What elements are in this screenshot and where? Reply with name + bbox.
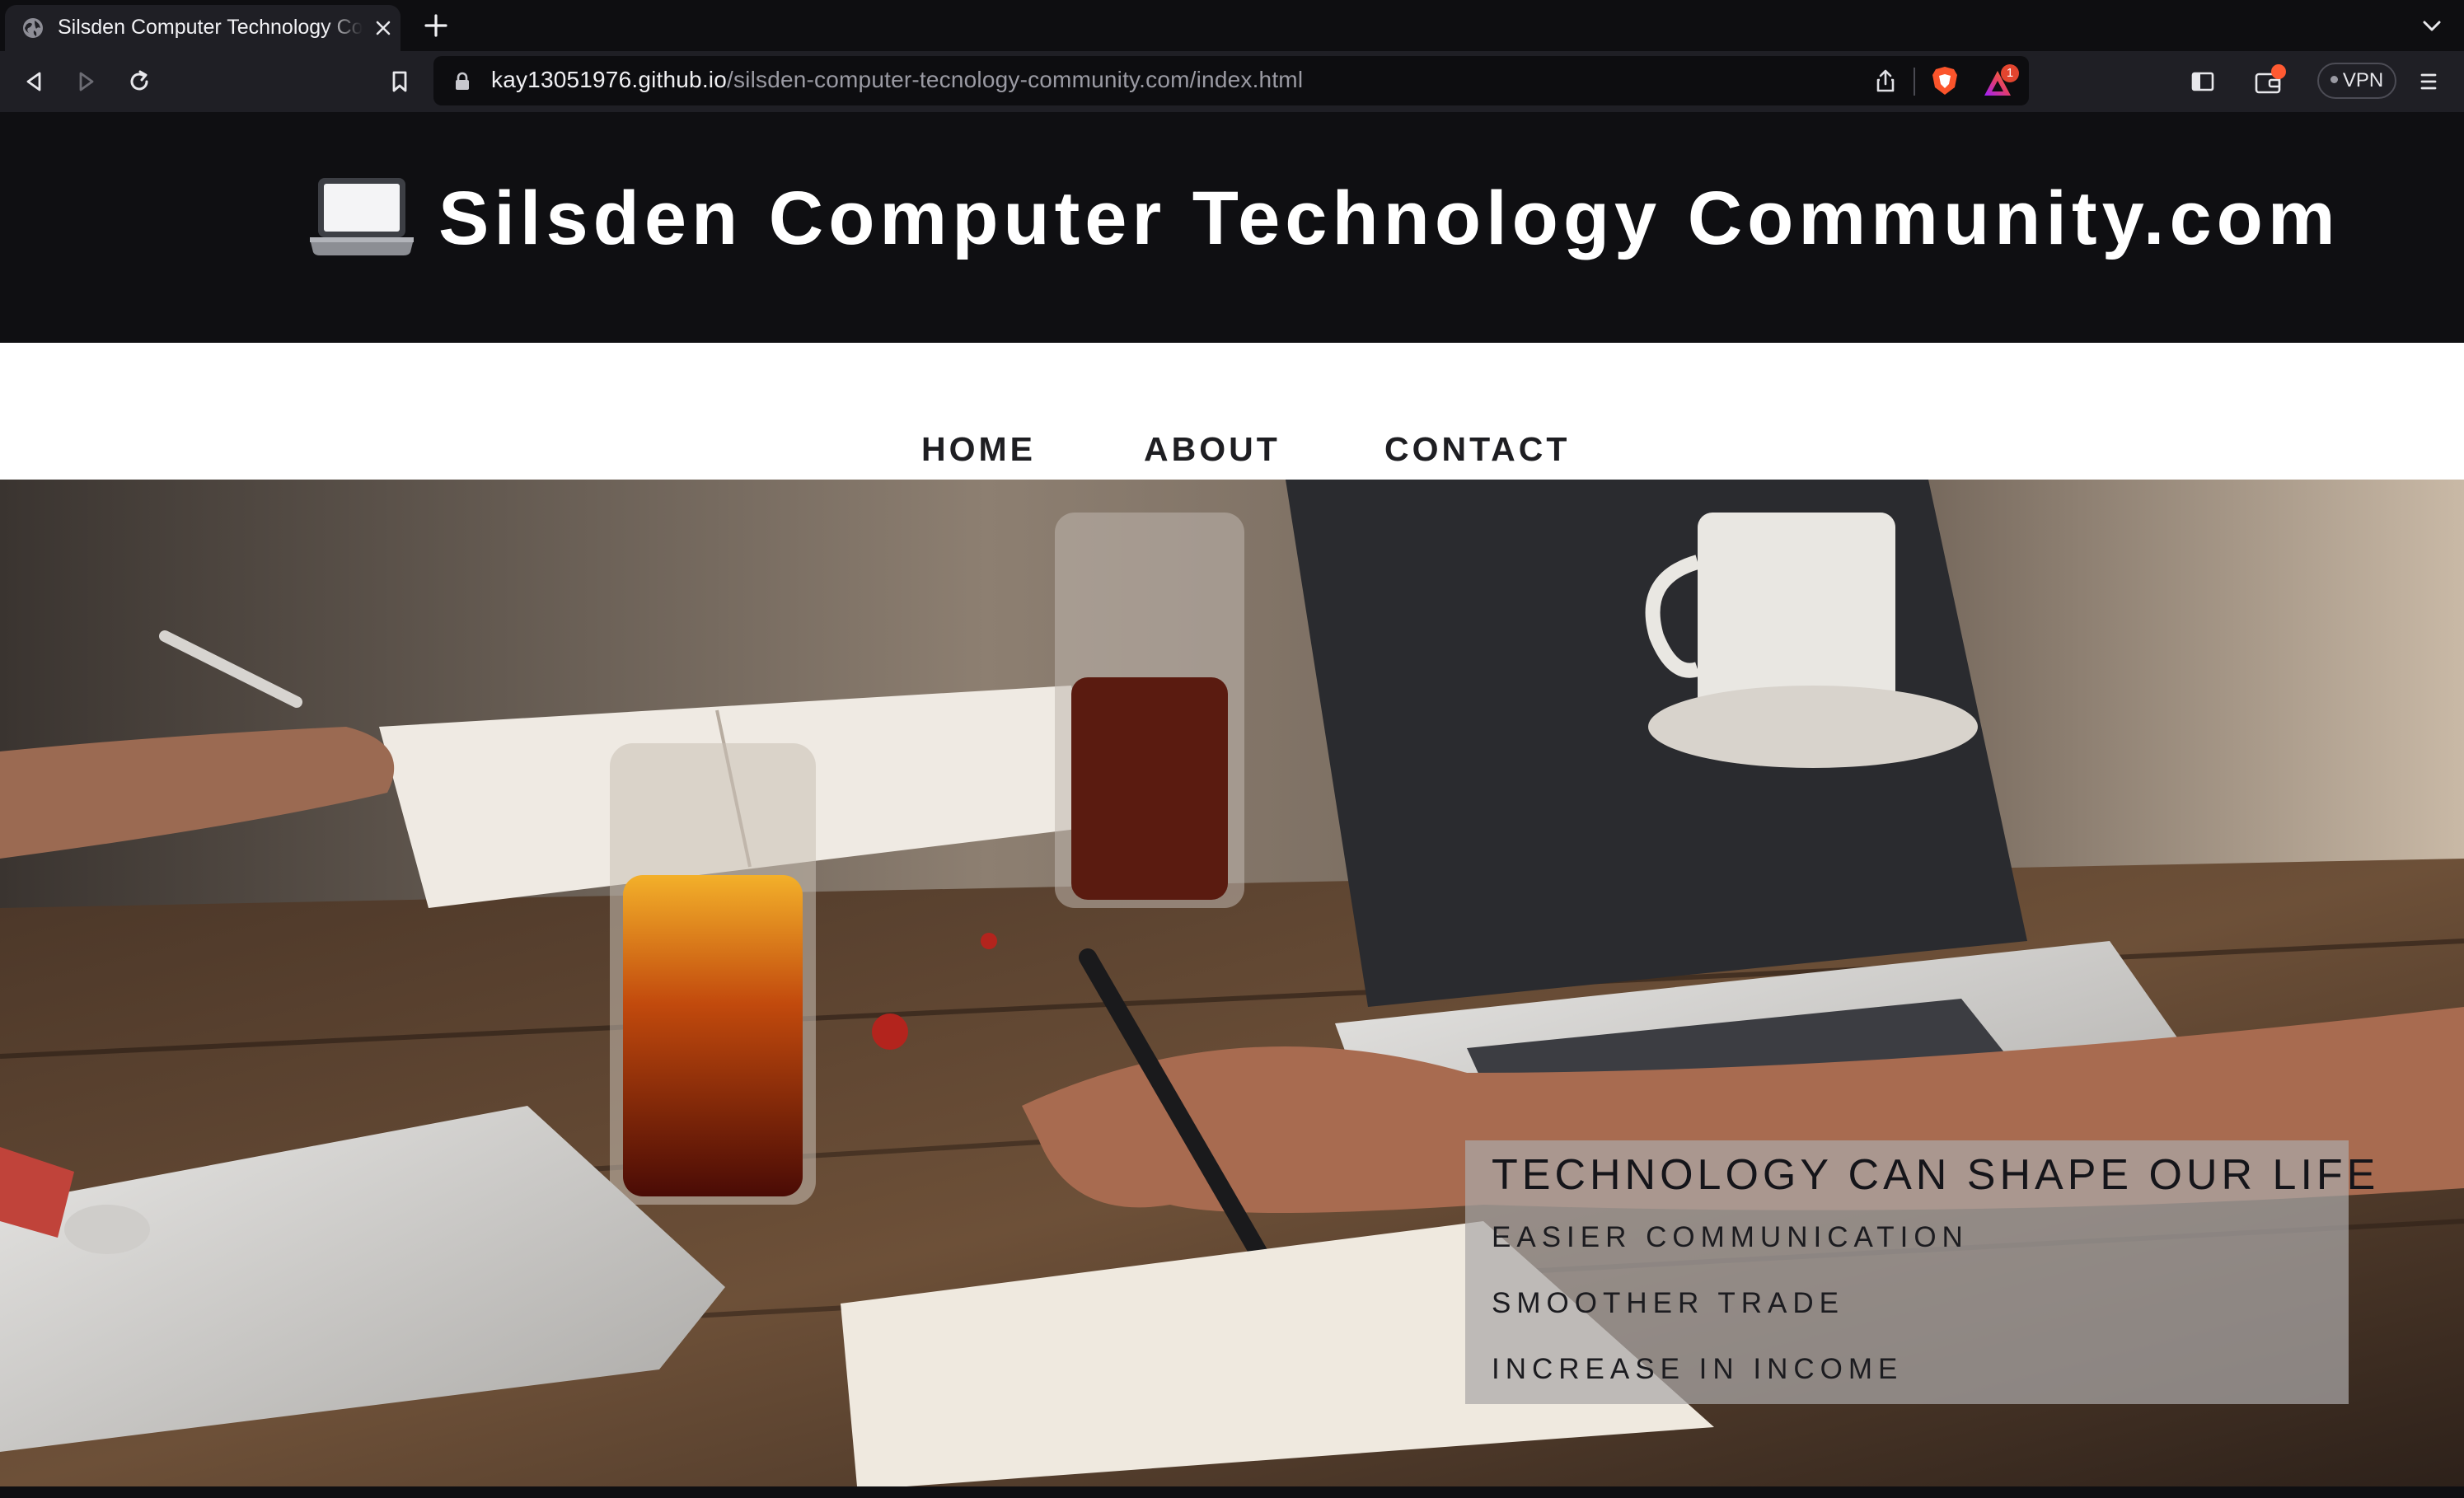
url-host: kay13051976.github.io — [491, 67, 727, 92]
benefit-item: SMOOTHER TRADE — [1492, 1287, 1844, 1319]
sidebar-icon[interactable] — [2189, 68, 2217, 96]
brave-rewards-button[interactable]: 1 — [1983, 64, 2022, 99]
vpn-label: VPN — [2342, 69, 2384, 91]
back-icon[interactable] — [20, 68, 48, 96]
nav-contact-link[interactable]: CONTACT — [1384, 428, 1570, 470]
main-navigation: HOME ABOUT CONTACT — [0, 343, 2464, 480]
lock-icon — [456, 72, 469, 90]
hero-banner: TECHNOLOGY CAN SHAPE OUR LIFE EASIER COM… — [0, 480, 2464, 1486]
chevron-down-icon[interactable] — [2419, 13, 2444, 38]
browser-tab-active[interactable]: Silsden Computer Technology Community.co… — [5, 5, 401, 51]
browser-tab-strip: Silsden Computer Technology Community.co… — [0, 0, 2464, 51]
share-icon[interactable] — [1872, 68, 1899, 94]
address-bar[interactable]: kay13051976.github.io/silsden-computer-t… — [433, 56, 2029, 105]
plus-icon[interactable] — [422, 12, 450, 40]
wallet-button[interactable] — [2253, 64, 2286, 97]
page-bottom-edge — [0, 1486, 2464, 1498]
globe-icon — [23, 18, 43, 38]
hero-caption-box: TECHNOLOGY CAN SHAPE OUR LIFE EASIER COM… — [1465, 1140, 2375, 1404]
laptop-icon — [310, 178, 414, 255]
browser-toolbar: kay13051976.github.io/silsden-computer-t… — [0, 51, 2464, 112]
hero-headline: TECHNOLOGY CAN SHAPE OUR LIFE — [1492, 1151, 2380, 1199]
benefit-item: INCREASE IN INCOME — [1492, 1353, 1904, 1385]
forward-icon[interactable] — [73, 68, 101, 96]
vpn-button[interactable]: VPN — [2317, 63, 2396, 99]
url-text[interactable]: kay13051976.github.io/silsden-computer-t… — [491, 67, 1303, 95]
bookmark-icon[interactable] — [386, 68, 414, 96]
url-path: /silsden-computer-tecnology-community.co… — [727, 67, 1304, 92]
nav-about-link[interactable]: ABOUT — [1144, 428, 1281, 470]
close-icon[interactable] — [372, 17, 394, 39]
vpn-status-dot — [2330, 76, 2338, 84]
brave-shield-icon[interactable] — [1928, 64, 1961, 97]
nav-home-link[interactable]: HOME — [921, 428, 1036, 470]
menu-icon[interactable] — [2415, 68, 2443, 96]
benefit-item: EASIER COMMUNICATION — [1492, 1221, 1969, 1253]
rewards-badge: 1 — [2001, 64, 2019, 82]
reload-icon[interactable] — [125, 68, 153, 96]
wallet-notification-dot — [2271, 64, 2286, 79]
site-title: Silsden Computer Technology Community.co… — [438, 176, 2340, 260]
address-bar-divider — [1914, 68, 1915, 96]
tab-title: Silsden Computer Technology Community.co… — [58, 16, 363, 39]
site-header: Silsden Computer Technology Community.co… — [0, 112, 2464, 343]
